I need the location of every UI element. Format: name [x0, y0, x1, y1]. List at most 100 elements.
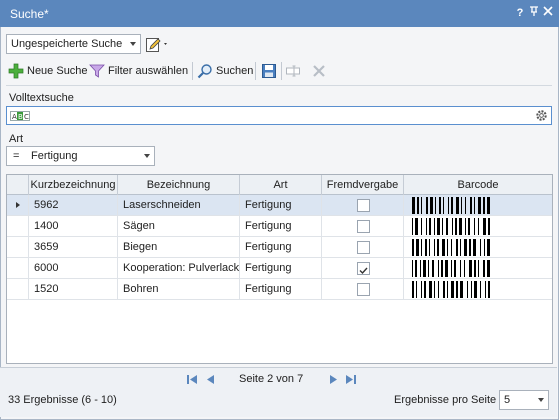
- rename-icon: [285, 63, 301, 79]
- fulltext-label: Volltextsuche: [9, 92, 74, 104]
- table-row[interactable]: 1400 Sägen Fertigung: [7, 216, 552, 237]
- fremdvergabe-checkbox[interactable]: [357, 283, 370, 296]
- barcode-image: [412, 260, 524, 277]
- results-count: 33 Ergebnisse (6 - 10): [8, 394, 117, 406]
- cell-bezeichnung: Laserschneiden: [118, 195, 240, 215]
- barcode-image: [412, 281, 524, 298]
- cell-fremdvergabe: [322, 258, 404, 278]
- toolbar-divider: [6, 85, 552, 86]
- per-page-value: 5: [504, 394, 511, 406]
- table-row[interactable]: 1520 Bohren Fertigung: [7, 279, 552, 300]
- next-page-icon[interactable]: [329, 374, 339, 385]
- last-page-icon[interactable]: [345, 374, 357, 385]
- chevron-down-icon: [130, 42, 136, 46]
- edit-pencil-icon: [146, 38, 167, 52]
- art-select[interactable]: = Fertigung: [6, 146, 155, 166]
- close-icon: [543, 6, 553, 16]
- cell-barcode: [404, 237, 552, 257]
- cell-kurzbezeichnung: 3659: [29, 237, 118, 257]
- cell-art: Fertigung: [240, 279, 322, 299]
- delete-x-icon: [311, 63, 327, 79]
- cell-bezeichnung: Bohren: [118, 279, 240, 299]
- cell-art: Fertigung: [240, 237, 322, 257]
- filter-button[interactable]: Filter auswählen: [89, 62, 188, 80]
- help-button[interactable]: ?: [513, 5, 527, 21]
- cell-barcode: [404, 279, 552, 299]
- close-button[interactable]: [541, 5, 555, 21]
- cell-kurzbezeichnung: 5962: [29, 195, 118, 215]
- rename-button[interactable]: [285, 62, 304, 80]
- svg-text:A: A: [12, 113, 17, 121]
- new-search-label: Neue Suche: [27, 65, 88, 77]
- svg-text:B: B: [18, 113, 23, 121]
- pin-button[interactable]: [527, 5, 541, 21]
- toolbar-separator: [192, 62, 193, 80]
- svg-text:C: C: [24, 113, 29, 121]
- floppy-disk-icon: [261, 63, 277, 79]
- art-operator: =: [13, 150, 20, 162]
- table-row[interactable]: 5962 Laserschneiden Fertigung: [7, 195, 552, 216]
- chevron-down-icon: [144, 154, 150, 158]
- barcode-image: [412, 197, 524, 214]
- results-grid: Kurzbezeichnung Bezeichnung Art Fremdver…: [6, 174, 553, 364]
- column-header-art[interactable]: Art: [240, 175, 322, 195]
- plus-icon: [8, 63, 24, 79]
- per-page-select[interactable]: 5: [499, 390, 549, 410]
- row-indicator-header: [7, 175, 29, 195]
- row-indicator: [7, 195, 29, 215]
- cell-fremdvergabe: [322, 195, 404, 215]
- fremdvergabe-checkbox[interactable]: [357, 262, 370, 275]
- row-indicator: [7, 258, 29, 278]
- cell-barcode: [404, 258, 552, 278]
- cell-art: Fertigung: [240, 195, 322, 215]
- settings-gear-icon[interactable]: [535, 109, 548, 122]
- filter-label: Filter auswählen: [108, 65, 189, 77]
- art-label: Art: [9, 133, 24, 145]
- column-header-barcode[interactable]: Barcode: [404, 175, 552, 195]
- cell-fremdvergabe: [322, 216, 404, 236]
- row-indicator: [7, 237, 29, 257]
- row-indicator: [7, 279, 29, 299]
- previous-page-icon[interactable]: [205, 374, 215, 385]
- edit-search-button[interactable]: [145, 36, 171, 54]
- table-row[interactable]: 6000 Kooperation: Pulverlack Fertigung: [7, 258, 552, 279]
- page-indicator: Seite 2 von 7: [239, 373, 304, 385]
- column-header-fremdvergabe[interactable]: Fremdvergabe: [322, 175, 404, 195]
- first-page-icon[interactable]: [186, 374, 198, 385]
- cell-barcode: [404, 195, 552, 215]
- fremdvergabe-checkbox[interactable]: [357, 241, 370, 254]
- chevron-down-icon: [538, 398, 544, 402]
- window-title: Suche*: [10, 7, 49, 21]
- pagination-bar: Seite 2 von 7 33 Ergebnisse (6 - 10) Erg…: [0, 367, 557, 417]
- toolbar-separator: [255, 62, 256, 80]
- pin-icon: [530, 6, 538, 16]
- cell-kurzbezeichnung: 1520: [29, 279, 118, 299]
- new-search-button[interactable]: Neue Suche: [8, 62, 88, 80]
- cell-barcode: [404, 216, 552, 236]
- cell-art: Fertigung: [240, 216, 322, 236]
- per-page-label: Ergebnisse pro Seite: [394, 394, 497, 406]
- column-header-kurzbezeichnung[interactable]: Kurzbezeichnung: [29, 175, 118, 195]
- fulltext-search-input[interactable]: A B C: [6, 106, 552, 125]
- search-label: Suchen: [216, 65, 254, 77]
- title-bar: Suche* ?: [0, 0, 559, 27]
- saved-search-select[interactable]: Ungespeicherte Suche: [6, 34, 141, 54]
- delete-button[interactable]: [311, 62, 330, 80]
- cell-bezeichnung: Sägen: [118, 216, 240, 236]
- table-row[interactable]: 3659 Biegen Fertigung: [7, 237, 552, 258]
- current-row-arrow-icon: [16, 202, 20, 208]
- fremdvergabe-checkbox[interactable]: [357, 199, 370, 212]
- cell-fremdvergabe: [322, 279, 404, 299]
- search-button[interactable]: Suchen: [197, 62, 253, 80]
- magnifier-icon: [197, 63, 213, 79]
- save-button[interactable]: [261, 62, 280, 80]
- cell-bezeichnung: Biegen: [118, 237, 240, 257]
- toolbar-separator: [281, 62, 282, 80]
- fremdvergabe-checkbox[interactable]: [357, 220, 370, 233]
- grid-header: Kurzbezeichnung Bezeichnung Art Fremdver…: [7, 175, 552, 195]
- saved-search-value: Ungespeicherte Suche: [11, 38, 123, 50]
- barcode-image: [412, 218, 524, 235]
- cell-art: Fertigung: [240, 258, 322, 278]
- art-value: Fertigung: [31, 150, 78, 162]
- column-header-bezeichnung[interactable]: Bezeichnung: [118, 175, 240, 195]
